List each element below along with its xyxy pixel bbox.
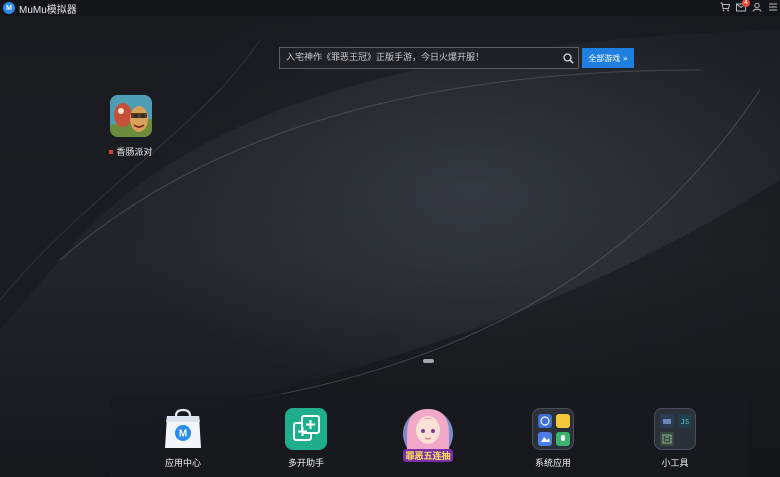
new-app-dot [109, 149, 114, 154]
title-bar: M MuMu模拟器 4 [0, 0, 780, 16]
dock-item-multi-instance[interactable]: 多开助手 [271, 408, 341, 469]
notification-badge: 4 [742, 0, 750, 7]
tools-folder-icon[interactable]: JS [654, 408, 696, 450]
promo-banner-text: 罪恶五连抽 [405, 450, 450, 462]
page-indicator[interactable] [423, 359, 434, 363]
desktop-app-label: 香肠派对 [116, 148, 153, 158]
dock-item-app-center[interactable]: M 应用中心 [148, 408, 218, 469]
all-games-button[interactable]: 全部游戏 » [582, 48, 634, 68]
app-center-bag-icon[interactable]: M [162, 408, 204, 450]
dock-item-anime-promo[interactable]: 罪恶五连抽 [393, 404, 463, 464]
shopping-cart-icon[interactable] [720, 2, 731, 12]
sausage-party-game-icon[interactable] [110, 95, 152, 137]
search-bar [279, 47, 579, 69]
dock-item-tools[interactable]: JS 小工具 [640, 408, 710, 469]
multi-instance-icon[interactable] [285, 408, 327, 450]
dock: M 应用中心 多开助手 罪恶五连抽 系统应用 JS 小工具 [110, 394, 748, 477]
dock-item-label: 小工具 [661, 459, 689, 469]
desktop-app-sausage-party[interactable]: 香肠派对 [104, 95, 158, 158]
dock-item-label: 多开助手 [287, 459, 324, 469]
dock-item-label: 系统应用 [534, 459, 571, 469]
search-icon[interactable] [558, 48, 578, 68]
svg-text:M: M [179, 429, 187, 440]
anime-game-promo-icon[interactable]: 罪恶五连抽 [399, 404, 457, 464]
messages-icon[interactable]: 4 [736, 0, 750, 12]
title-bar-actions: 4 [720, 0, 778, 12]
search-input[interactable] [280, 48, 558, 68]
window-title: MuMu模拟器 [19, 4, 77, 16]
svg-text:JS: JS [681, 418, 689, 426]
dock-item-label: 应用中心 [164, 459, 201, 469]
menu-icon[interactable] [768, 2, 778, 12]
user-icon[interactable] [752, 2, 762, 12]
dock-item-system-apps[interactable]: 系统应用 [518, 408, 588, 469]
system-apps-folder-icon[interactable] [532, 408, 574, 450]
mumu-logo-icon: M [3, 2, 15, 14]
